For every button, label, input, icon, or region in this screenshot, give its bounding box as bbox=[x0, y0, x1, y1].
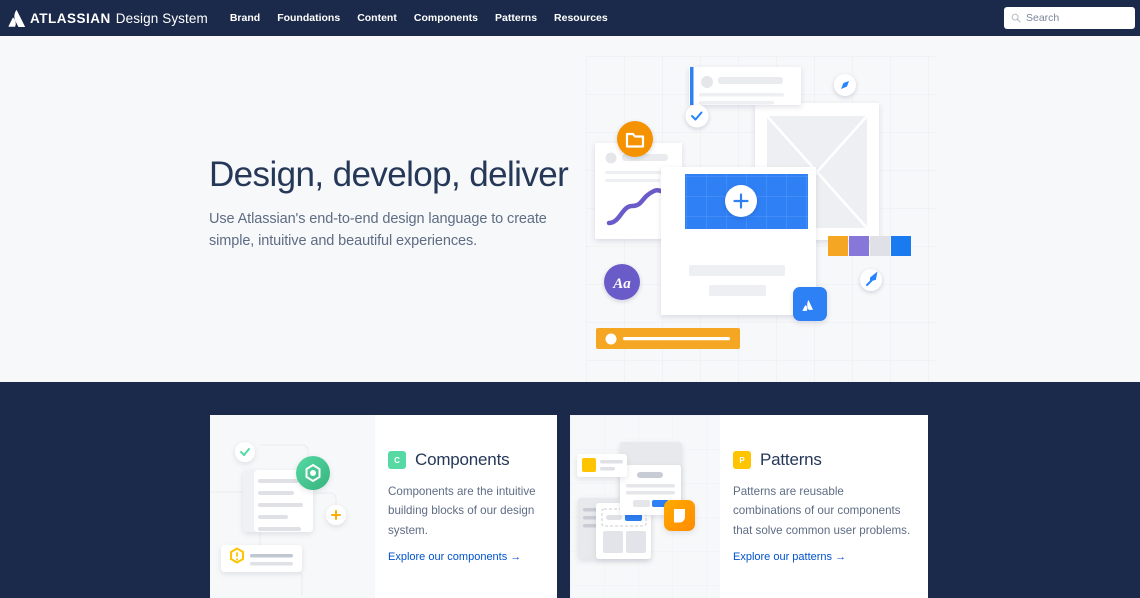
check-badge-icon bbox=[235, 442, 255, 462]
pencil-badge-icon bbox=[834, 74, 856, 96]
cards-section: C Components Components are the intuitiv… bbox=[0, 382, 1140, 598]
card-description-patterns: Patterns are reusable combinations of ou… bbox=[733, 485, 911, 537]
card-title-patterns: Patterns bbox=[760, 450, 822, 469]
progress-bar-element bbox=[596, 328, 740, 349]
patterns-chip-icon: P bbox=[733, 451, 751, 469]
plus-badge-icon bbox=[326, 505, 346, 525]
explore-patterns-link[interactable]: Explore our patterns → bbox=[733, 551, 846, 563]
card-header: P Patterns bbox=[733, 450, 928, 470]
typography-badge-icon: Aa bbox=[604, 264, 640, 300]
hero-subtitle: Use Atlassian's end-to-end design langua… bbox=[209, 211, 547, 250]
search-input[interactable] bbox=[1026, 12, 1128, 24]
yellow-tile-card bbox=[577, 454, 627, 477]
page-title: Design, develop, deliver bbox=[209, 155, 569, 194]
brand-name-atlassian: ATLASSIAN bbox=[30, 10, 111, 26]
orange-pattern-badge-icon bbox=[664, 500, 695, 531]
card-patterns[interactable]: P Patterns Patterns are reusable combina… bbox=[570, 415, 928, 598]
svg-text:Aa: Aa bbox=[612, 276, 631, 292]
nav-item-content[interactable]: Content bbox=[357, 12, 397, 24]
hero-illustration: Aa bbox=[586, 56, 936, 382]
card-body: P Patterns Patterns are reusable combina… bbox=[720, 415, 928, 598]
check-badge-icon bbox=[685, 104, 709, 128]
folder-badge-icon bbox=[617, 121, 653, 157]
explore-components-link[interactable]: Explore our components → bbox=[388, 551, 521, 563]
brush-badge-icon bbox=[860, 269, 882, 291]
plus-badge-icon bbox=[725, 185, 757, 217]
atlassian-logo-mark-icon bbox=[8, 9, 25, 27]
atlassian-badge-icon bbox=[793, 287, 827, 321]
hero-section: Design, develop, deliver Use Atlassian's… bbox=[0, 36, 1140, 382]
components-card-illustration bbox=[210, 415, 375, 598]
nav-item-patterns[interactable]: Patterns bbox=[495, 12, 537, 24]
components-chip-icon: C bbox=[388, 451, 406, 469]
nav-item-components[interactable]: Components bbox=[414, 12, 478, 24]
top-profile-card bbox=[689, 67, 801, 105]
top-navigation-bar: ATLASSIAN Design System Brand Foundation… bbox=[0, 0, 1140, 36]
search-icon bbox=[1011, 13, 1021, 23]
green-settings-badge-icon bbox=[296, 456, 330, 490]
card-description-components: Components are the intuitive building bl… bbox=[388, 485, 536, 537]
card-components[interactable]: C Components Components are the intuitiv… bbox=[210, 415, 557, 598]
patterns-card-illustration bbox=[570, 415, 720, 598]
nav-item-foundations[interactable]: Foundations bbox=[277, 12, 340, 24]
search-box[interactable] bbox=[1004, 7, 1135, 29]
primary-nav: Brand Foundations Content Components Pat… bbox=[230, 12, 608, 24]
blue-banner bbox=[685, 174, 808, 229]
nav-item-brand[interactable]: Brand bbox=[230, 12, 260, 24]
nav-item-resources[interactable]: Resources bbox=[554, 12, 608, 24]
card-header: C Components bbox=[388, 450, 557, 470]
warning-notification-bar bbox=[221, 545, 302, 572]
card-body: C Components Components are the intuitiv… bbox=[375, 415, 557, 598]
brand-name-design-system: Design System bbox=[115, 10, 208, 26]
hero-copy: Design, develop, deliver Use Atlassian's… bbox=[209, 154, 579, 253]
card-title-components: Components bbox=[415, 450, 510, 469]
brand-home-link[interactable]: ATLASSIAN Design System bbox=[8, 9, 208, 27]
